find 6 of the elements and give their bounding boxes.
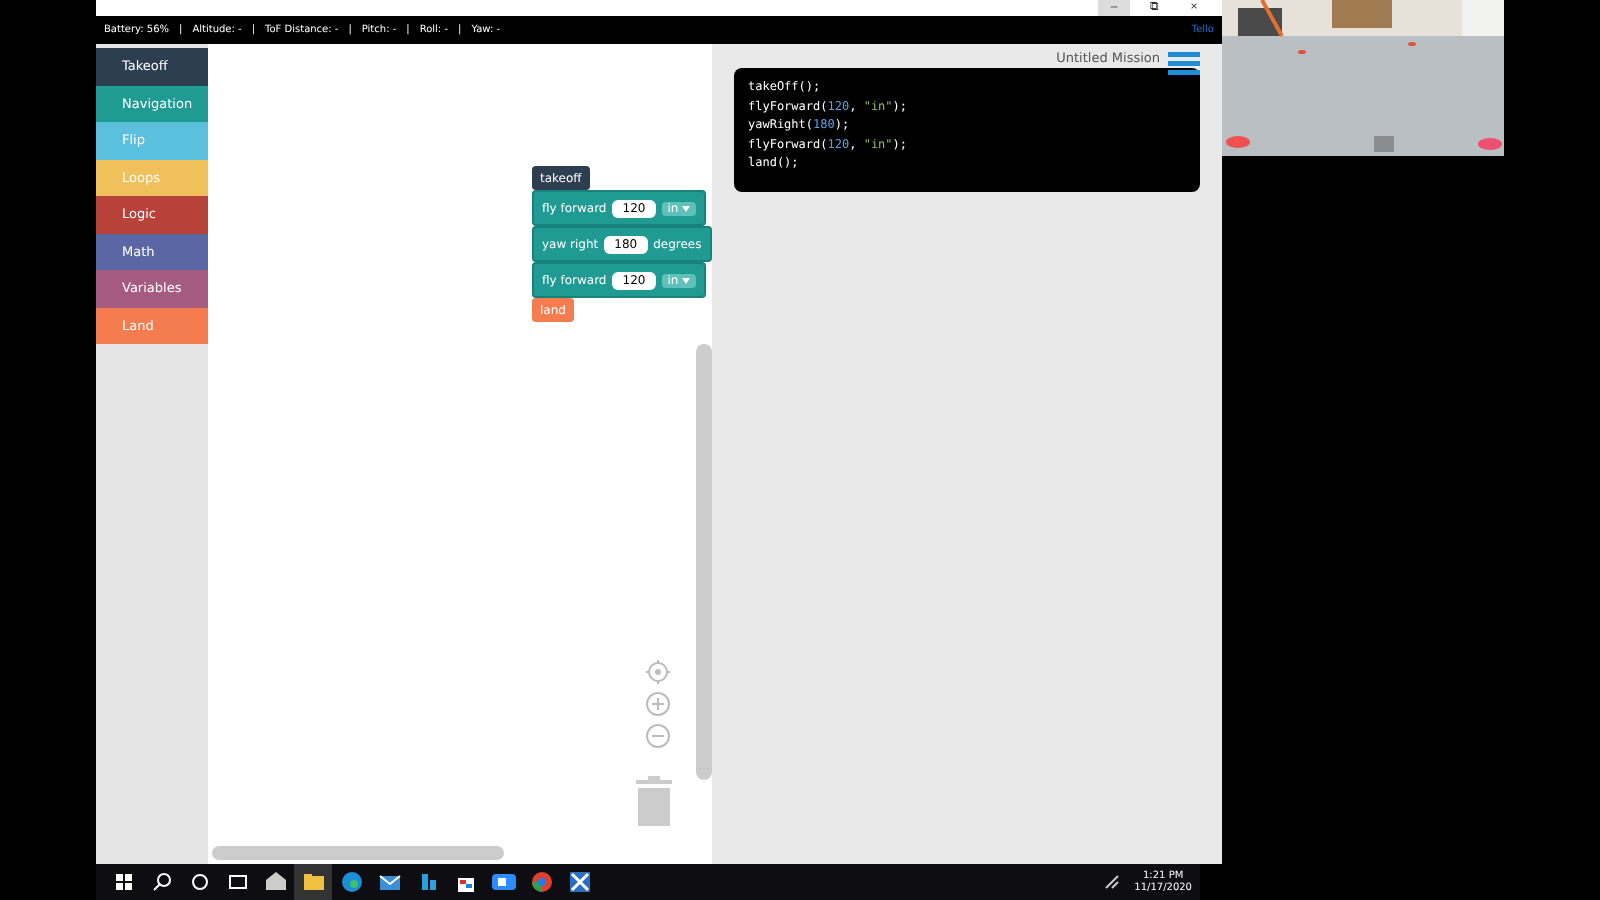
- network-icon[interactable]: [1102, 872, 1123, 892]
- caret-icon: [682, 277, 691, 283]
- scrollbar[interactable]: [212, 846, 504, 860]
- caret-icon: [682, 205, 691, 211]
- scrollbar[interactable]: [696, 344, 712, 780]
- menu-icon[interactable]: [1168, 52, 1200, 76]
